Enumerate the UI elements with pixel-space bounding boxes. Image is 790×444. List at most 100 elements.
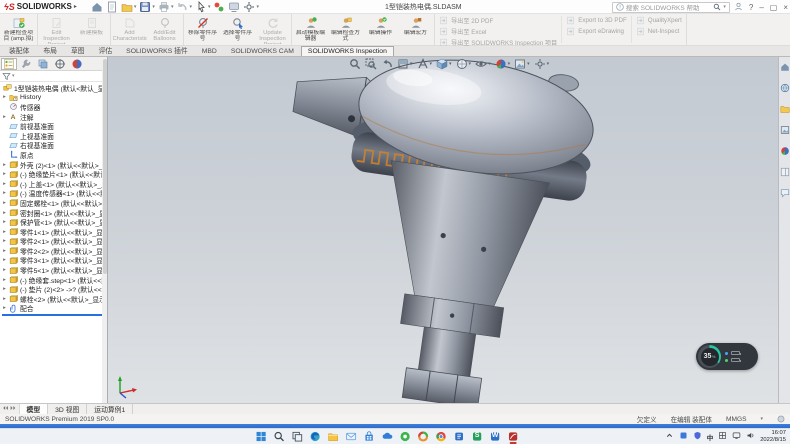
tree-root-item[interactable]: 1型铠装热电偶 (默认<默认_显示状态-1> xyxy=(0,83,107,93)
viewtool-section-view[interactable]: ▾ xyxy=(396,58,414,70)
search-caret-icon[interactable]: ▾ xyxy=(723,4,726,10)
dynamic-annotation-views-caret-icon[interactable]: ▾ xyxy=(430,61,433,67)
taskpane-view-palette[interactable] xyxy=(780,122,790,140)
tray-tray-shield[interactable] xyxy=(693,431,702,442)
expand-arrow-icon[interactable]: ▸ xyxy=(2,257,7,263)
taskbar-file-explorer-app[interactable] xyxy=(328,431,339,442)
options-caret-icon[interactable]: ▾ xyxy=(256,4,259,10)
ribbon-button-edit-operation[interactable]: 编辑操作 xyxy=(363,15,398,44)
export-item[interactable]: 导出至 2D PDF xyxy=(439,16,557,25)
window-close-button[interactable]: × xyxy=(783,3,788,12)
viewtool-dynamic-annotation-views[interactable]: ▾ xyxy=(416,58,434,70)
window-user-button[interactable] xyxy=(734,2,743,13)
window-restore-button[interactable]: ▢ xyxy=(770,3,778,12)
tree-item-sensors[interactable]: 传感器 xyxy=(0,102,107,112)
taskbar-app-ring[interactable] xyxy=(418,431,429,442)
viewtool-view-settings[interactable]: ▾ xyxy=(533,58,551,70)
tree-item-part[interactable]: ▸(-) 绝缘套.step<1> (默认<<默认>_ xyxy=(0,275,107,285)
tree-item-mates[interactable]: ▸配合 xyxy=(0,304,107,314)
expand-arrow-icon[interactable]: ▸ xyxy=(2,305,7,311)
expand-arrow-icon[interactable]: ▸ xyxy=(2,267,7,273)
ribbon-tab-SOLIDWORKS Inspection[interactable]: SOLIDWORKS Inspection xyxy=(301,46,394,56)
quickaccess-print[interactable]: ▾ xyxy=(158,1,174,13)
open-caret-icon[interactable]: ▾ xyxy=(134,4,137,10)
ribbon-tab-SOLIDWORKS CAM[interactable]: SOLIDWORKS CAM xyxy=(224,46,301,56)
tree-item-part[interactable]: ▸零件3<1> (默认<<默认>_显示状态 xyxy=(0,256,107,266)
export-item[interactable]: Export to 3D PDF xyxy=(566,16,627,25)
menu-expand-icon[interactable]: ▸ xyxy=(74,3,77,10)
taskbar-search[interactable] xyxy=(274,431,285,442)
tree-item-origin[interactable]: 原点 xyxy=(0,150,107,160)
ribbon-button-edit-inspection-project[interactable]: Edit Inspection Project xyxy=(39,15,74,44)
ribbon-button-add-characteristic[interactable]: Add Characteristic xyxy=(112,15,147,44)
expand-arrow-icon[interactable]: ▸ xyxy=(2,200,7,206)
taskbar-solidworks-app[interactable] xyxy=(508,431,519,442)
taskbar-edge[interactable] xyxy=(310,431,321,442)
panel-scrollbar[interactable] xyxy=(102,57,107,403)
export-item[interactable]: Net-Inspect xyxy=(636,27,682,36)
export-item[interactable]: 导出至 Excel xyxy=(439,27,557,36)
quick-tip-icon[interactable] xyxy=(777,415,785,423)
expand-arrow-icon[interactable]: ▸ xyxy=(2,229,7,235)
tree-item-part[interactable]: ▸保护管<1> (默认<<默认>_显示状态 xyxy=(0,217,107,227)
tree-item-part[interactable]: ▸螺栓<2> (默认<<默认>_显示状态 xyxy=(0,294,107,304)
filter-caret-icon[interactable]: ▾ xyxy=(12,73,15,79)
ribbon-tab-评估[interactable]: 评估 xyxy=(92,43,120,56)
taskbar-store[interactable] xyxy=(364,431,375,442)
view-settings-caret-icon[interactable]: ▾ xyxy=(547,61,550,67)
expand-arrow-icon[interactable]: ▸ xyxy=(2,162,7,168)
save-caret-icon[interactable]: ▾ xyxy=(152,4,155,10)
expand-arrow-icon[interactable]: ▸ xyxy=(2,219,7,225)
panel-tab-configurationmanager[interactable] xyxy=(35,58,51,70)
ribbon-button-new-inspection-project[interactable]: 新建检查项目 (amp.拟) xyxy=(1,15,36,44)
panel-tab-featuremanager[interactable] xyxy=(1,58,17,70)
ribbon-button-edit-macro[interactable]: 编辑宏方 xyxy=(398,15,433,44)
rollback-bar[interactable] xyxy=(2,314,103,316)
panel-tab-displaymanager[interactable] xyxy=(69,58,85,70)
tree-item-plane[interactable]: 右视基准面 xyxy=(0,141,107,151)
window-help-button[interactable]: ? xyxy=(749,3,753,12)
taskpane-design-library[interactable] xyxy=(780,80,790,98)
taskbar-task-view[interactable] xyxy=(292,431,303,442)
expand-arrow-icon[interactable]: ▸ xyxy=(2,114,7,120)
taskbar-start[interactable] xyxy=(256,431,267,442)
tree-item-part[interactable]: ▸零件5<1> (默认<<默认>_显示状态 xyxy=(0,265,107,275)
quickaccess-save[interactable]: ▾ xyxy=(139,1,155,13)
viewtool-zoom-fit[interactable] xyxy=(348,58,362,70)
expand-arrow-icon[interactable]: ▸ xyxy=(2,286,7,292)
help-search-box[interactable]: ? 搜索 SOLIDWORKS 帮助 ▾ xyxy=(612,2,730,13)
tree-item-part[interactable]: ▸零件1<1> (默认<<默认>_显示状态= xyxy=(0,227,107,237)
ribbon-button-update-inspection-project[interactable]: Update Inspection Project xyxy=(255,15,290,44)
unit-system[interactable]: MMGS xyxy=(726,416,747,423)
quickaccess-open[interactable]: ▾ xyxy=(121,1,137,13)
ime-indicator[interactable]: 中 xyxy=(707,432,714,442)
tree-item-history[interactable]: ▸History xyxy=(0,93,107,103)
tree-item-plane[interactable]: 上视基准面 xyxy=(0,131,107,141)
viewtool-previous-view[interactable] xyxy=(380,58,394,70)
taskbar-onedrive[interactable] xyxy=(382,431,393,442)
tree-item-part[interactable]: ▸(-) 温度传感器<1> (默认<<默认>_显 xyxy=(0,189,107,199)
units-caret-icon[interactable]: ▾ xyxy=(760,416,763,422)
tree-item-part[interactable]: ▸零件2<1> (默认<<默认>_显示状态 xyxy=(0,237,107,247)
viewtool-edit-appearance[interactable]: ▾ xyxy=(494,58,512,70)
print-caret-icon[interactable]: ▾ xyxy=(171,4,174,10)
panel-tab-propertymanager[interactable] xyxy=(18,58,34,70)
doc-tab-nav[interactable]: ⏴⏴ ⏵⏵ xyxy=(0,404,20,414)
thermocouple-model[interactable] xyxy=(108,57,778,403)
screen-overlay-badge[interactable]: 35% xyxy=(696,343,758,370)
taskbar-app-w[interactable]: W xyxy=(490,431,501,442)
select-caret-icon[interactable]: ▾ xyxy=(208,4,211,10)
display-style-caret-icon[interactable]: ▾ xyxy=(469,61,472,67)
viewtool-view-orientation[interactable]: ▾ xyxy=(435,58,453,70)
expand-arrow-icon[interactable]: ▸ xyxy=(2,210,7,216)
ribbon-tab-草图[interactable]: 草图 xyxy=(64,43,92,56)
taskbar-app-s[interactable]: S xyxy=(472,431,483,442)
search-icon[interactable] xyxy=(713,3,721,11)
expand-arrow-icon[interactable]: ▸ xyxy=(2,181,7,187)
doc-tab-模型[interactable]: 模型 xyxy=(20,404,49,414)
undo-caret-icon[interactable]: ▾ xyxy=(189,4,192,10)
graphics-viewport[interactable]: ▾▾▾▾▾▾▾▾ 35% xyxy=(108,57,778,403)
hide-show-items-caret-icon[interactable]: ▾ xyxy=(488,61,491,67)
viewtool-zoom-area[interactable] xyxy=(364,58,378,70)
panel-tab-dimxpertmanager[interactable] xyxy=(52,58,68,70)
